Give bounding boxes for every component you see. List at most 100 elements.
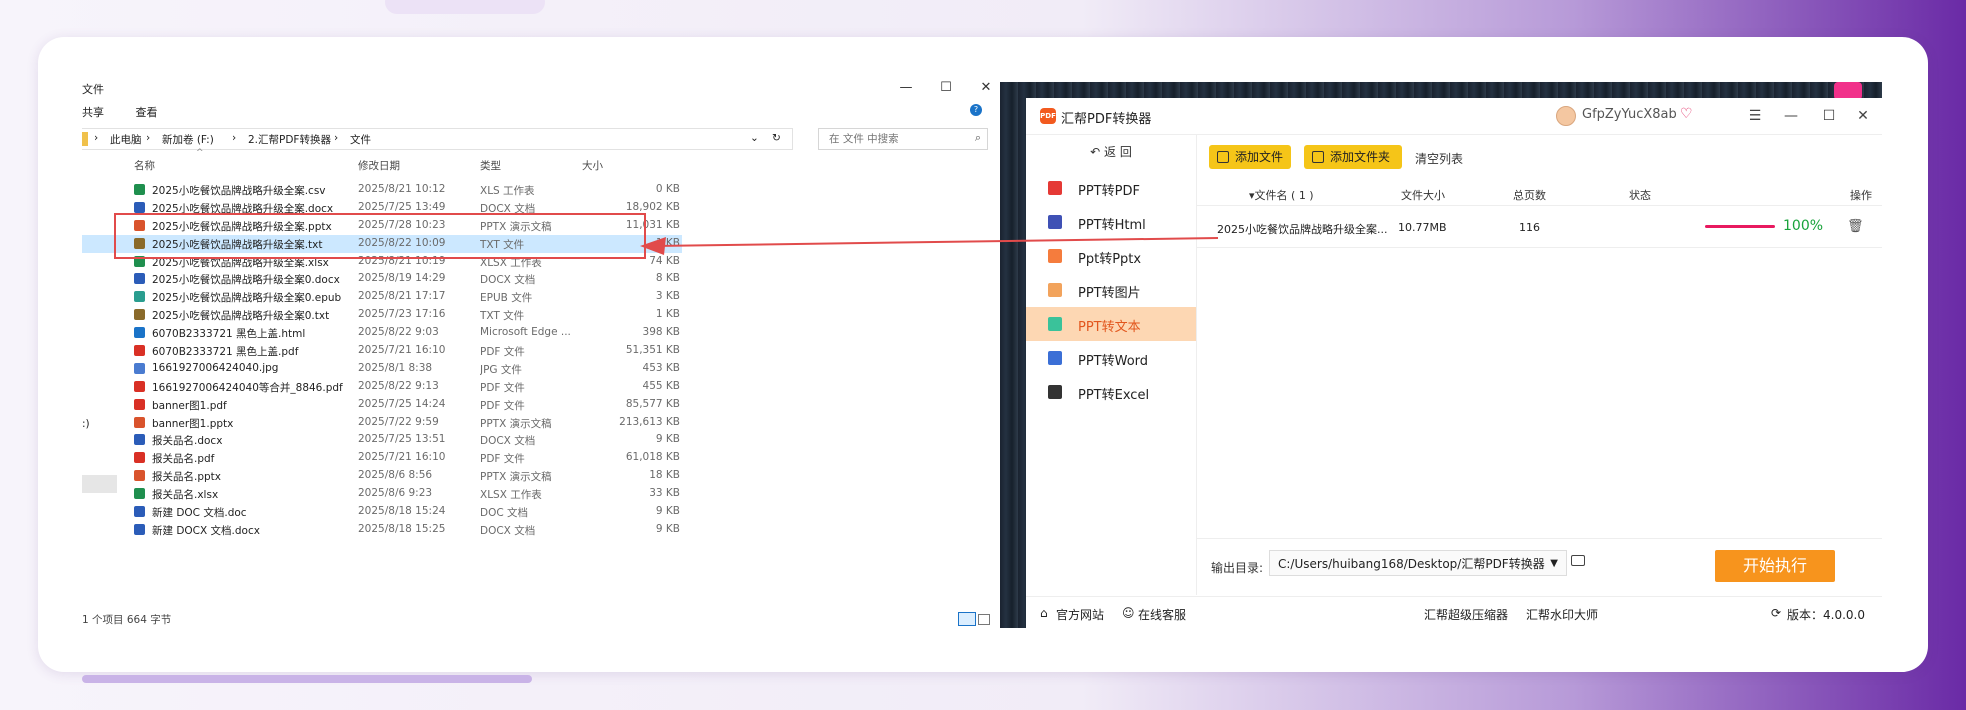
address-bar-row: › 此电脑 › 新加卷 (F:) › 2.汇帮PDF转换器 › 文件 ⌄ ↻ ⌕	[82, 126, 990, 150]
column-date[interactable]: 修改日期	[358, 158, 468, 173]
header-filesize: 文件大小	[1401, 189, 1445, 202]
address-bar[interactable]: › 此电脑 › 新加卷 (F:) › 2.汇帮PDF转换器 › 文件 ⌄ ↻	[82, 128, 793, 150]
file-type: PDF 文件	[480, 399, 525, 412]
column-name[interactable]: 名称	[134, 158, 354, 173]
sidebar-item-4[interactable]: PPT转文本	[1026, 307, 1196, 341]
sort-caret-icon: ^	[196, 148, 204, 158]
official-site-link[interactable]: 官方网站	[1056, 606, 1104, 623]
table-row[interactable]: 6070B2333721 黑色上盖.html 2025/8/22 9:03 Micr…	[82, 324, 682, 342]
menu-icon[interactable]: ☰	[1738, 104, 1772, 128]
online-service-link[interactable]: 在线客服	[1138, 606, 1186, 623]
open-folder-icon[interactable]	[1571, 555, 1585, 566]
pdf-icon	[1048, 181, 1062, 195]
add-folder-button[interactable]: 添加文件夹	[1304, 145, 1402, 169]
header-action: 操作	[1850, 189, 1872, 202]
back-button[interactable]: ↶ 返 回	[1026, 143, 1196, 160]
breadcrumb-app-folder[interactable]: 2.汇帮PDF转换器	[248, 132, 331, 147]
file-size: 18 KB	[649, 469, 680, 482]
search-input[interactable]	[827, 129, 971, 149]
breadcrumb-files[interactable]: 文件	[350, 132, 371, 147]
help-icon[interactable]: ?	[970, 104, 982, 116]
arrow-line	[653, 237, 1219, 247]
maximize-button[interactable]: ☐	[1812, 104, 1846, 128]
file-table-header: ▾文件名 ( 1 ) 文件大小 总页数 状态 操作	[1197, 183, 1882, 206]
username[interactable]: GfpZyYucX8ab	[1582, 107, 1677, 122]
minimize-button[interactable]: —	[888, 78, 924, 98]
app-logo-icon: PDF	[1040, 108, 1056, 124]
file-type: DOCX 文档	[480, 435, 536, 448]
table-row[interactable]: 报关品名.pptx 2025/8/6 8:56 PPTX 演示文稿 18 KB	[82, 467, 682, 485]
sidebar-item-6[interactable]: PPT转Excel	[1026, 375, 1196, 409]
sidebar-item-5[interactable]: PPT转Word	[1026, 341, 1196, 375]
avatar[interactable]	[1556, 106, 1576, 126]
table-row[interactable]: 报关品名.docx 2025/7/25 13:51 DOCX 文档 9 KB	[82, 431, 682, 449]
version-label: 版本：4.0.0.0	[1787, 608, 1865, 622]
column-type[interactable]: 类型	[480, 158, 578, 173]
table-row[interactable]: 2025小吃餐饮品牌战略升级全案0.epub 2025/8/21 17:17 EPU…	[82, 288, 682, 306]
search-box[interactable]: ⌕	[818, 128, 988, 150]
table-row[interactable]: 新建 DOCX 文档.docx 2025/8/18 15:25 DOCX 文档 9 K…	[82, 521, 682, 539]
file-type: JPG 文件	[480, 363, 522, 376]
row-filesize: 10.77MB	[1398, 221, 1447, 234]
output-label: 输出目录:	[1211, 561, 1264, 575]
table-row[interactable]: 2025小吃餐饮品牌战略升级全案... 10.77MB 116 100% 🗑	[1197, 207, 1882, 248]
table-row[interactable]: 1661927006424040等合并_8846.pdf 2025/8/22 9:…	[82, 378, 682, 396]
pdf-file-icon	[134, 452, 145, 464]
details-view-icon[interactable]	[958, 612, 976, 626]
clear-list-button[interactable]: 清空列表	[1415, 150, 1463, 167]
home-icon: ⌂	[1040, 606, 1048, 620]
header-filename[interactable]: ▾文件名 ( 1 )	[1249, 187, 1314, 203]
table-row[interactable]: 1661927006424040.jpg 2025/8/1 8:38 JPG 文件 4…	[82, 360, 682, 378]
file-date: 2025/7/25 13:51	[358, 433, 446, 446]
close-button[interactable]: ✕	[968, 78, 1000, 98]
maximize-button[interactable]: ☐	[928, 78, 964, 98]
excel-file-icon	[134, 488, 145, 500]
table-row[interactable]: 报关品名.pdf 2025/7/21 16:10 PDF 文件 61,018 KB	[82, 449, 682, 467]
file-type: DOC 文档	[480, 507, 529, 520]
column-size[interactable]: 大小	[582, 158, 682, 173]
refresh-icon[interactable]: ↻	[772, 132, 781, 144]
table-row[interactable]: 新建 DOC 文档.doc 2025/8/18 15:24 DOC 文档 9 KB	[82, 503, 682, 521]
close-button[interactable]: ✕	[1846, 104, 1880, 128]
file-type: TXT 文件	[480, 310, 525, 323]
background-decoration	[385, 0, 545, 14]
watermark-link[interactable]: 汇帮水印大师	[1526, 606, 1598, 623]
breadcrumb-drive[interactable]: 新加卷 (F:)	[162, 132, 214, 147]
breadcrumb-this-pc[interactable]: 此电脑	[110, 132, 142, 147]
table-row[interactable]: 2025小吃餐饮品牌战略升级全案0.txt 2025/7/23 17:16 TXT …	[82, 306, 682, 324]
file-name: 1661927006424040等合并_8846.pdf	[152, 381, 343, 394]
file-size: 61,018 KB	[625, 451, 680, 464]
add-file-button[interactable]: 添加文件	[1209, 145, 1291, 169]
sidebar-item-3[interactable]: PPT转图片	[1026, 273, 1196, 307]
address-dropdown-icon[interactable]: ⌄	[750, 132, 759, 144]
output-path-select[interactable]: C:/Users/huibang168/Desktop/汇帮PDF转换器 ▼	[1269, 550, 1567, 576]
table-row[interactable]: 报关品名.xlsx 2025/8/6 9:23 XLSX 工作表 33 KB	[82, 485, 682, 503]
vip-heart-icon[interactable]: ♡	[1680, 106, 1693, 122]
column-headers: ^ 名称 修改日期 类型 大小	[82, 148, 682, 174]
output-path-value: C:/Users/huibang168/Desktop/汇帮PDF转换器	[1278, 557, 1545, 571]
word-file-icon	[134, 201, 145, 213]
table-row[interactable]: 6070B2333721 黑色上盖.pdf 2025/7/21 16:10 PDF …	[82, 342, 682, 360]
app-footer: ⌂ 官方网站 ☺ 在线客服 汇帮超级压缩器 汇帮水印大师 ⟳ 版本：4.0.0.…	[1026, 596, 1882, 629]
compressor-link[interactable]: 汇帮超级压缩器	[1424, 606, 1508, 623]
sidebar-item-0[interactable]: PPT转PDF	[1026, 171, 1196, 205]
annotation-arrow	[640, 237, 1219, 255]
table-row[interactable]: 2025小吃餐饮品牌战略升级全案.csv 2025/8/21 10:12 XLS 工…	[82, 181, 682, 199]
menu-share[interactable]: 共享	[82, 106, 104, 119]
file-name: 报关品名.pdf	[152, 453, 215, 466]
file-add-icon	[1217, 151, 1229, 163]
powerpoint-file-icon	[134, 470, 145, 482]
menu-view[interactable]: 查看	[136, 106, 158, 119]
tiles-view-icon[interactable]	[978, 614, 990, 625]
minimize-button[interactable]: —	[1774, 104, 1808, 128]
start-button[interactable]: 开始执行	[1715, 550, 1835, 582]
powerpoint-file-icon	[134, 416, 145, 428]
update-icon[interactable]: ⟳	[1771, 606, 1781, 620]
table-row[interactable]: banner图1.pdf 2025/7/25 14:24 PDF 文件 85,577 …	[82, 396, 682, 414]
excel-file-icon	[134, 184, 145, 195]
file-date: 2025/7/22 9:59	[358, 415, 439, 428]
file-name: 新建 DOCX 文档.docx	[152, 524, 260, 537]
delete-icon[interactable]: 🗑	[1847, 219, 1864, 234]
table-row[interactable]: banner图1.pptx 2025/7/22 9:59 PPTX 演示文稿 213,…	[82, 414, 682, 432]
table-row[interactable]: 2025小吃餐饮品牌战略升级全案0.docx 2025/8/19 14:29 DOC…	[82, 270, 682, 288]
